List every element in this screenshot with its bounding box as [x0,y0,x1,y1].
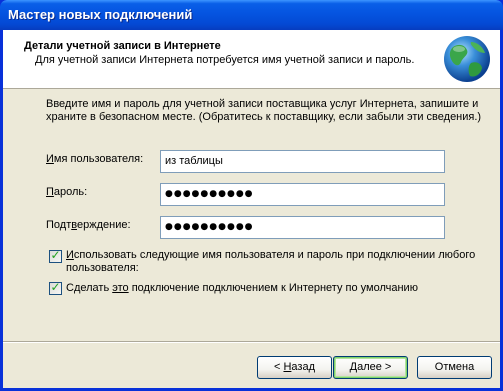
wizard-client-area: Детали учетной записи в Интернете Для уч… [3,30,500,388]
cancel-button[interactable]: Отмена [417,356,492,379]
description-text: Введите имя и пароль для учетной записи … [46,98,482,123]
make-default-label[interactable]: Сделать это подключение подключением к И… [66,282,486,295]
header-subtitle: Для учетной записи Интернета потребуется… [35,54,415,66]
checkmark-icon: ✓ [50,280,61,294]
confirm-password-field[interactable]: ●●●●●●●●●● [160,216,445,239]
password-label: Пароль: [46,186,88,198]
use-for-all-checkbox[interactable]: ✓ [49,248,62,263]
button-separator [3,341,500,343]
use-for-all-label[interactable]: Использовать следующие имя пользователя … [66,249,486,275]
back-button[interactable]: < Назад [257,356,332,379]
confirm-label: Подтверждение: [46,219,131,231]
window-title: Мастер новых подключений [8,7,193,22]
title-bar[interactable]: Мастер новых подключений [0,0,503,30]
make-default-checkbox[interactable]: ✓ [49,280,62,295]
header-title: Детали учетной записи в Интернете [24,40,221,52]
password-field[interactable]: ●●●●●●●●●● [160,183,445,206]
next-button[interactable]: Далее > [333,356,408,379]
checkmark-icon: ✓ [50,248,61,262]
username-field[interactable]: из таблицы [160,150,445,173]
wizard-header: Детали учетной записи в Интернете Для уч… [3,30,500,89]
wizard-window: Мастер новых подключений Детали учетной … [0,0,503,391]
globe-icon [444,36,490,82]
username-label: Имя пользователя: [46,153,144,165]
